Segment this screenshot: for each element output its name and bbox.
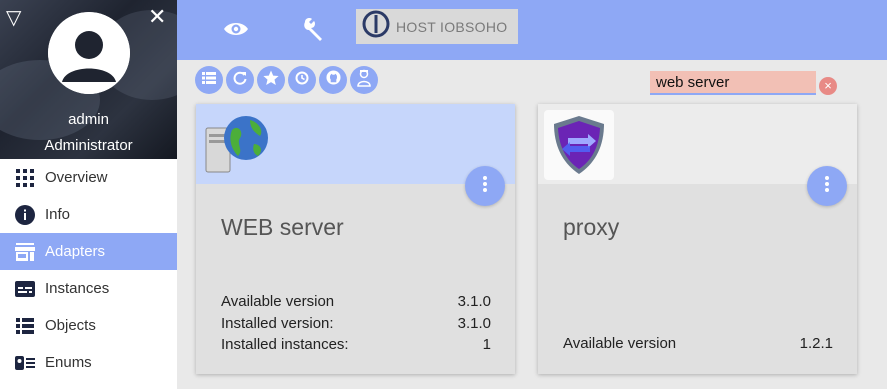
sidebar-nav: Overview Info Adapters Instances Objects… bbox=[0, 159, 177, 381]
iobroker-logo-icon[interactable]: ▽ bbox=[6, 8, 21, 28]
info-icon bbox=[15, 204, 35, 225]
sidebar-header: ▽ ✕ admin Administrator bbox=[0, 0, 177, 159]
info-label: Available version bbox=[221, 293, 335, 310]
info-value: 3.1.0 bbox=[457, 315, 491, 332]
update-icon bbox=[295, 71, 309, 90]
sidebar-item-label: Instances bbox=[45, 280, 110, 297]
list-view-button[interactable] bbox=[195, 66, 223, 94]
github-icon bbox=[325, 70, 341, 90]
user-avatar-icon bbox=[48, 12, 130, 94]
more-vert-icon bbox=[483, 175, 487, 197]
eye-icon[interactable] bbox=[219, 12, 253, 46]
sidebar-item-instances[interactable]: Instances bbox=[0, 270, 177, 307]
info-value: 1.2.1 bbox=[799, 335, 833, 352]
close-sidebar-button[interactable]: ✕ bbox=[148, 6, 166, 28]
info-value: 3.1.0 bbox=[457, 293, 491, 310]
card-header bbox=[196, 104, 515, 184]
sidebar-item-overview[interactable]: Overview bbox=[0, 159, 177, 196]
card-info-row: Available version 3.1.0 bbox=[221, 293, 491, 310]
github-button[interactable] bbox=[319, 66, 347, 94]
host-label: HOST IOBSOHO bbox=[396, 18, 508, 35]
more-vert-icon bbox=[825, 175, 829, 197]
card-info-row: Available version 1.2.1 bbox=[563, 335, 833, 352]
sidebar-item-enums[interactable]: Enums bbox=[0, 344, 177, 381]
search-input[interactable] bbox=[650, 71, 816, 95]
adapter-card-proxy: proxy Available version 1.2.1 bbox=[538, 104, 857, 374]
avatar[interactable] bbox=[48, 12, 130, 94]
sidebar-item-label: Info bbox=[45, 206, 71, 223]
store-icon bbox=[15, 242, 35, 262]
sidebar-item-label: Enums bbox=[45, 354, 92, 371]
host-selector[interactable]: HOST IOBSOHO bbox=[356, 9, 518, 44]
card-menu-button[interactable] bbox=[465, 166, 505, 206]
grid-icon bbox=[15, 168, 35, 188]
iobroker-host-icon bbox=[362, 10, 390, 43]
user-role: Administrator bbox=[44, 137, 133, 154]
card-title: proxy bbox=[563, 214, 620, 240]
refresh-button[interactable] bbox=[226, 66, 254, 94]
proxy-shield-icon bbox=[544, 110, 614, 180]
list-view-icon bbox=[202, 71, 216, 89]
adapter-toolbar bbox=[195, 66, 378, 94]
card-info-row: Installed instances: 1 bbox=[221, 336, 491, 353]
expert-mode-button[interactable] bbox=[350, 66, 378, 94]
refresh-icon bbox=[233, 71, 247, 90]
sidebar-item-info[interactable]: Info bbox=[0, 196, 177, 233]
info-label: Installed instances: bbox=[221, 336, 349, 353]
info-value: 1 bbox=[482, 336, 491, 353]
clear-search-button[interactable]: × bbox=[819, 77, 837, 95]
info-label: Installed version: bbox=[221, 315, 334, 332]
web-server-icon bbox=[202, 110, 272, 180]
enums-icon bbox=[15, 353, 35, 373]
card-info-row: Installed version: 3.1.0 bbox=[221, 315, 491, 332]
star-icon bbox=[263, 70, 279, 91]
wrench-icon[interactable] bbox=[297, 12, 331, 46]
sidebar: ▽ ✕ admin Administrator Overview Info Ad… bbox=[0, 0, 177, 389]
check-updates-button[interactable] bbox=[288, 66, 316, 94]
list-icon bbox=[15, 316, 35, 336]
card-header bbox=[538, 104, 857, 184]
favorites-button[interactable] bbox=[257, 66, 285, 94]
card-menu-button[interactable] bbox=[807, 166, 847, 206]
info-label: Available version bbox=[563, 335, 677, 352]
sidebar-item-label: Objects bbox=[45, 317, 96, 334]
sidebar-item-adapters[interactable]: Adapters bbox=[0, 233, 177, 270]
sidebar-item-label: Adapters bbox=[45, 243, 106, 260]
sidebar-item-objects[interactable]: Objects bbox=[0, 307, 177, 344]
user-name: admin bbox=[68, 111, 109, 128]
expert-icon bbox=[356, 69, 372, 92]
sidebar-item-label: Overview bbox=[45, 169, 108, 186]
top-bar: HOST IOBSOHO bbox=[177, 0, 887, 60]
adapter-card-web: WEB server Available version 3.1.0 Insta… bbox=[196, 104, 515, 374]
card-title: WEB server bbox=[221, 214, 344, 240]
instances-icon bbox=[15, 279, 35, 299]
